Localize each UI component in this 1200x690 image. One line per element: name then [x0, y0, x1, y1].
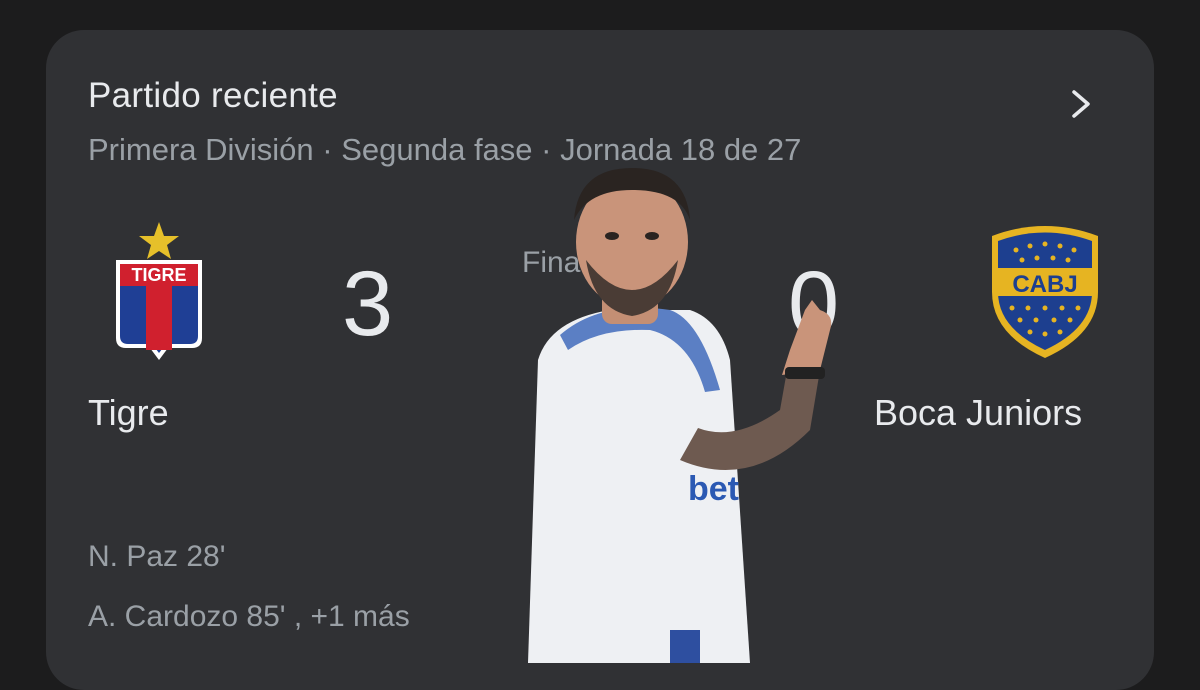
home-scorer-1: N. Paz 28' — [88, 540, 226, 573]
away-team-name[interactable]: Boca Juniors — [874, 392, 1082, 434]
tigre-crest-icon[interactable]: TIGRE — [112, 220, 206, 362]
home-scorer-2: A. Cardozo 85' , +1 más — [88, 600, 410, 633]
boca-juniors-crest-icon[interactable]: CABJ — [986, 222, 1104, 362]
chevron-right-icon[interactable] — [1062, 86, 1098, 122]
home-team-name[interactable]: Tigre — [88, 392, 169, 434]
coach-photo-overlay: bet — [528, 168, 832, 663]
boca-crest-text: CABJ — [1012, 271, 1077, 298]
svg-text:bet: bet — [688, 470, 739, 508]
card-title: Partido reciente — [88, 76, 338, 115]
star-icon — [139, 222, 179, 259]
tigre-crest-text: TIGRE — [131, 265, 186, 285]
home-team-score: 3 — [342, 253, 394, 355]
